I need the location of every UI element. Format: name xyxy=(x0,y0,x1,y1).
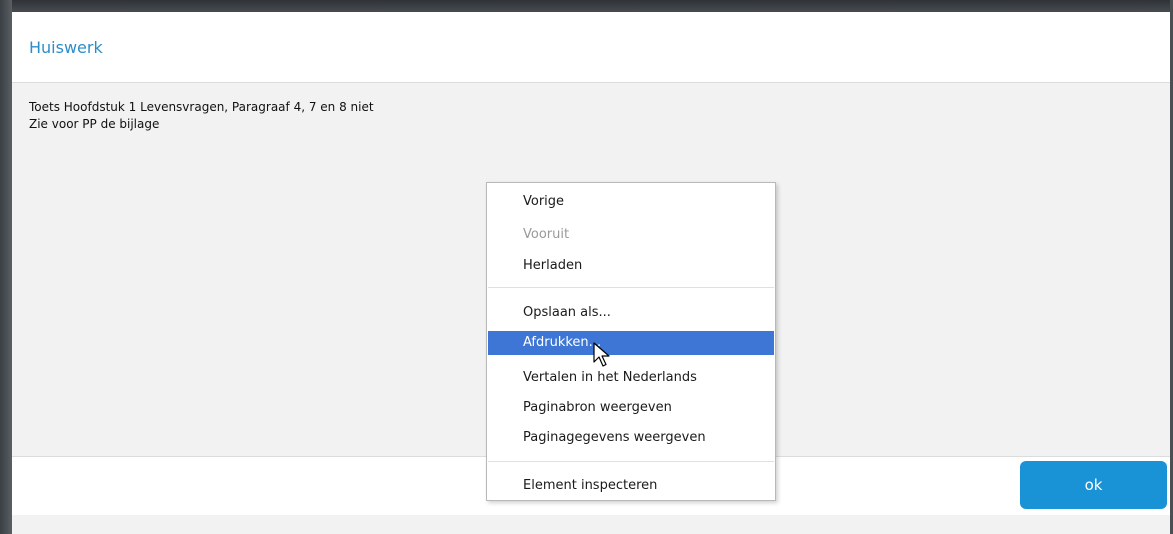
menu-separator xyxy=(488,461,774,462)
background-top-edge xyxy=(0,0,1173,12)
dialog-title: Huiswerk xyxy=(29,38,103,57)
menu-item-view-page-info[interactable]: Paginagegevens weergeven xyxy=(488,426,774,450)
menu-item-print[interactable]: Afdrukken... xyxy=(488,331,774,355)
dialog-bottom-strip xyxy=(12,515,1170,534)
homework-text-line: Zie voor PP de bijlage xyxy=(29,117,160,131)
menu-item-inspect-element[interactable]: Element inspecteren xyxy=(488,474,774,498)
homework-text-line: Toets Hoofdstuk 1 Levensvragen, Paragraa… xyxy=(29,100,374,114)
background-left-edge xyxy=(0,0,12,534)
menu-item-back[interactable]: Vorige xyxy=(488,190,774,214)
arrow-cursor-icon xyxy=(593,342,610,367)
menu-separator xyxy=(488,287,774,288)
context-menu: Vorige Vooruit Herladen Opslaan als... A… xyxy=(486,182,776,501)
ok-button[interactable]: ok xyxy=(1020,461,1167,509)
menu-item-view-source[interactable]: Paginabron weergeven xyxy=(488,396,774,420)
menu-item-save-as[interactable]: Opslaan als... xyxy=(488,301,774,325)
dialog-header: Huiswerk xyxy=(12,12,1170,83)
menu-item-translate[interactable]: Vertalen in het Nederlands xyxy=(488,366,774,390)
menu-item-forward[interactable]: Vooruit xyxy=(488,223,774,247)
menu-item-reload[interactable]: Herladen xyxy=(488,254,774,278)
